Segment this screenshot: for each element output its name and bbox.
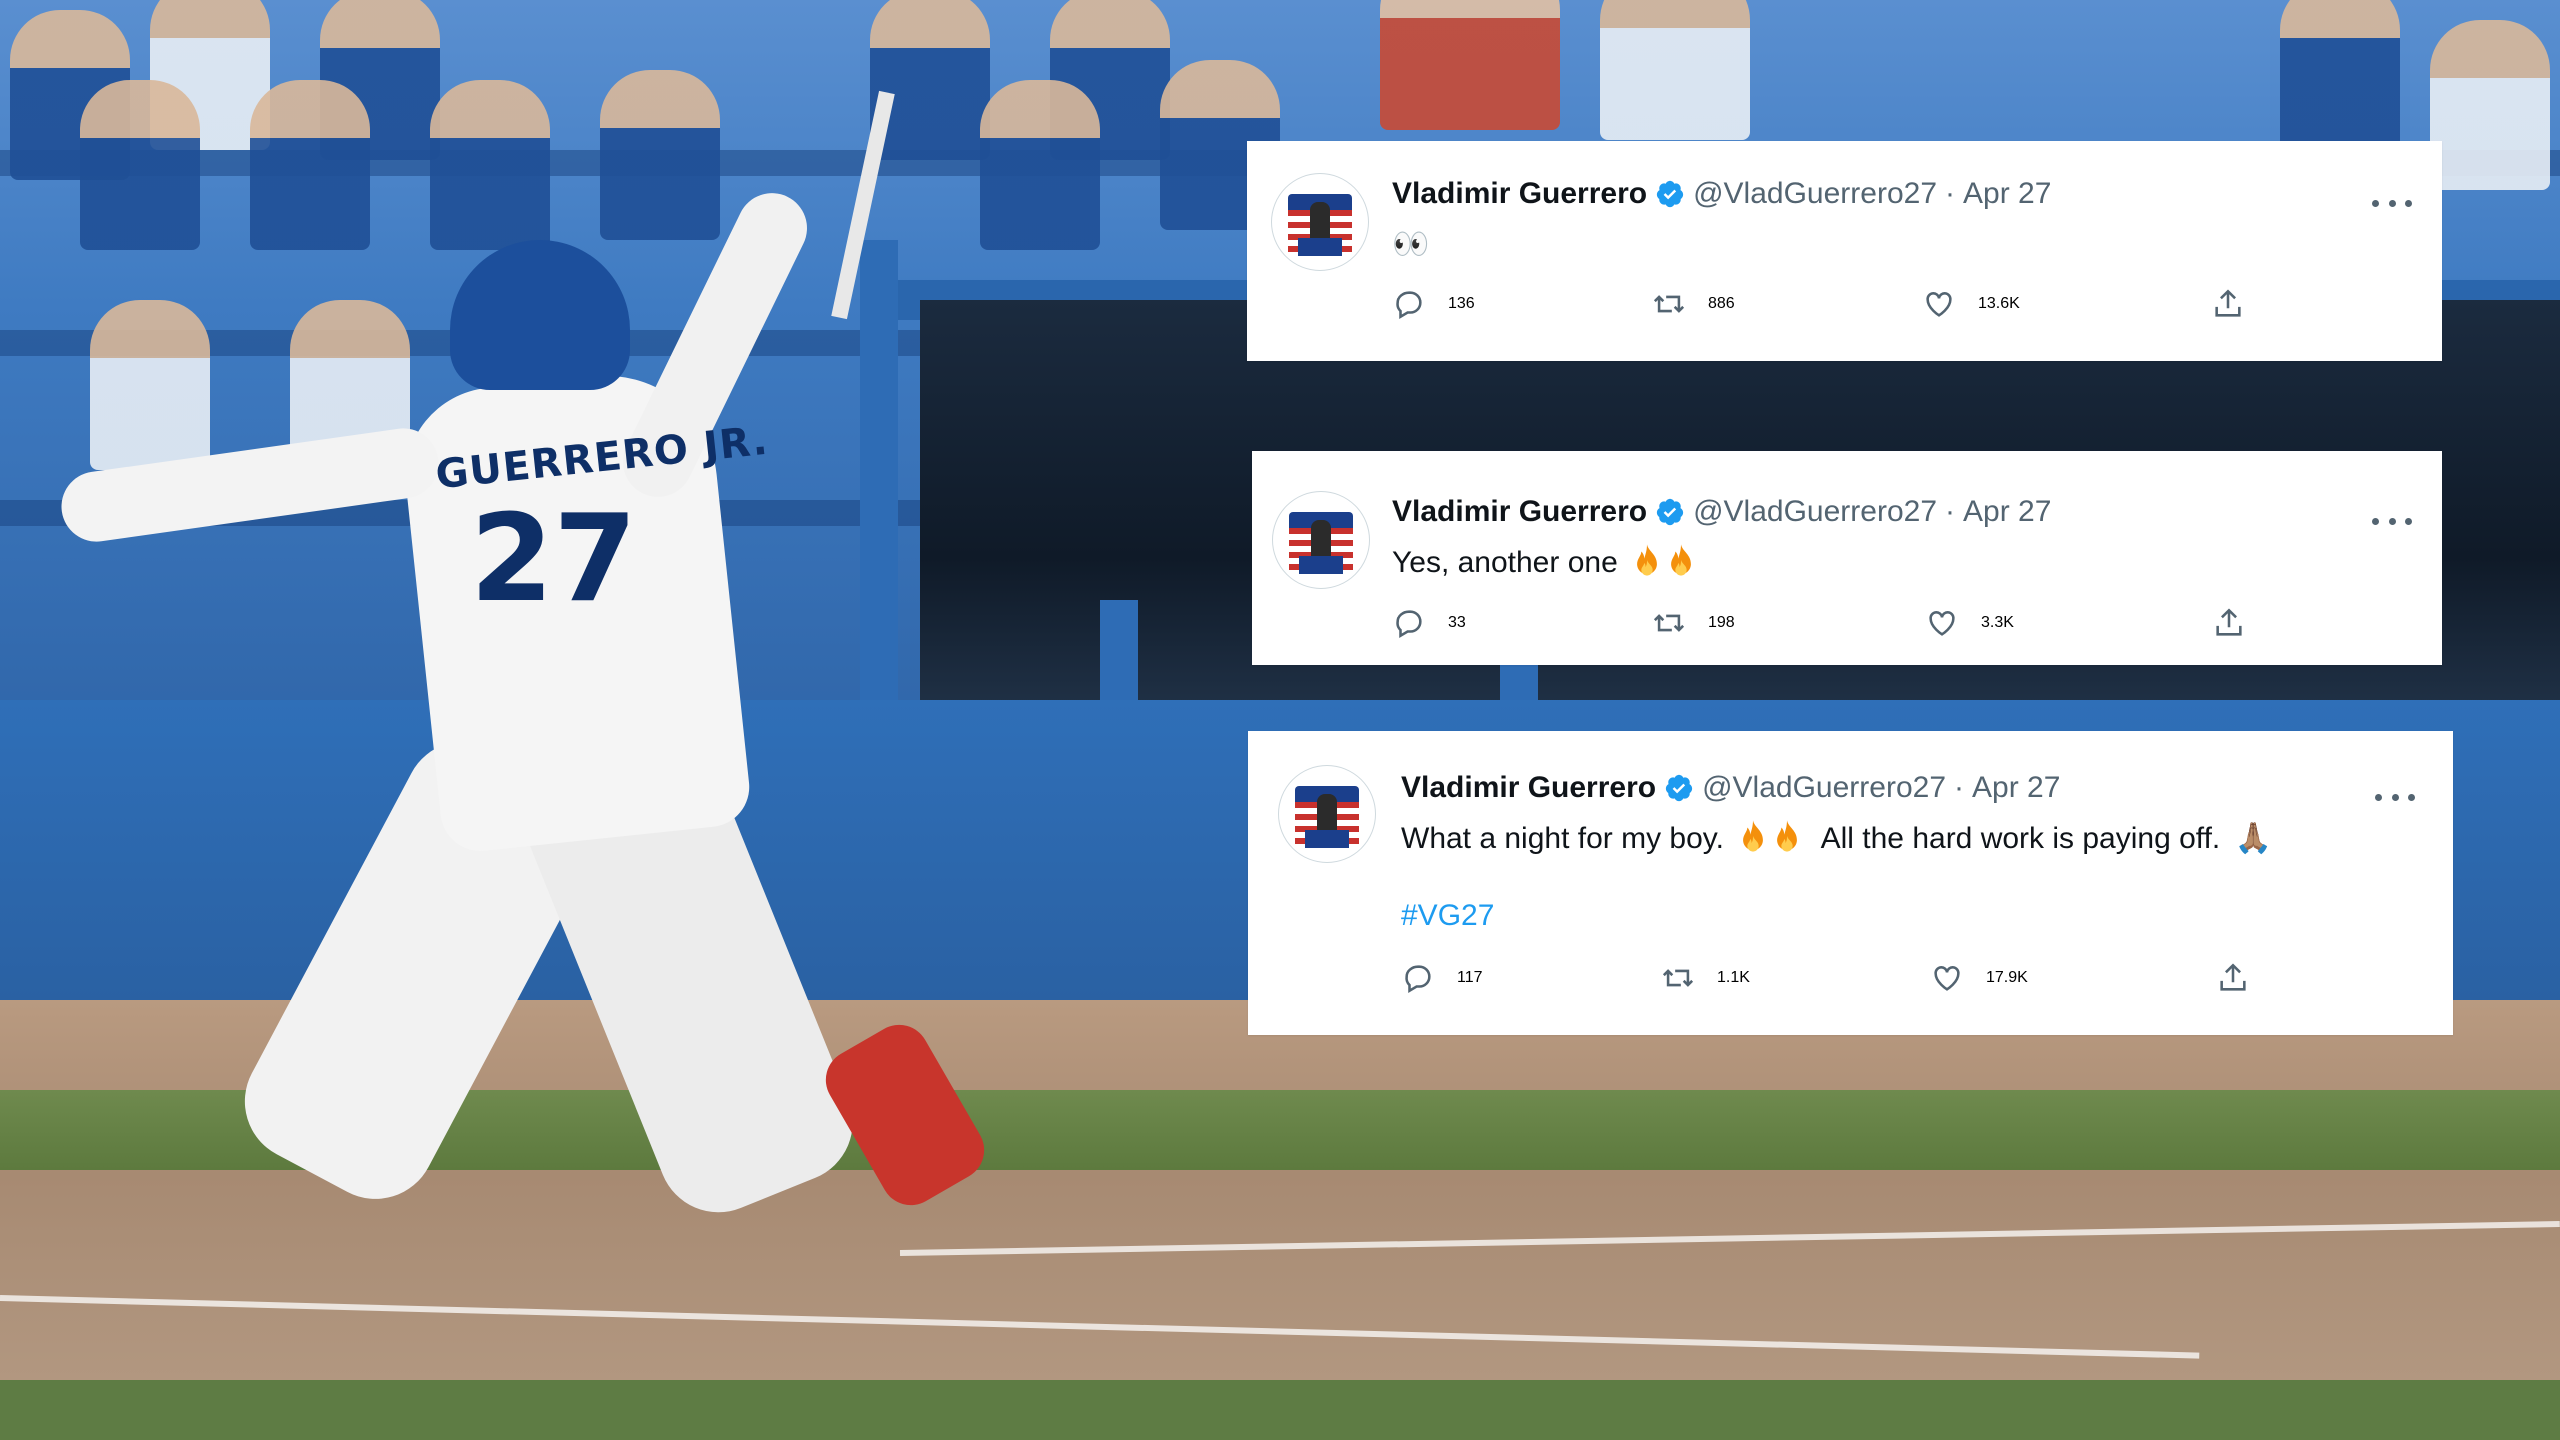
- reply-action[interactable]: 136: [1392, 287, 1475, 321]
- retweet-icon: [1653, 295, 1685, 313]
- retweet-action[interactable]: 886: [1652, 287, 1735, 321]
- share-action[interactable]: [2211, 287, 2267, 321]
- fan-cutout: [1380, 0, 1560, 130]
- verified-badge-icon: [1656, 498, 1684, 526]
- fan-cutout: [980, 80, 1100, 250]
- tweet-card[interactable]: Vladimir Guerrero @VladGuerrero27 · Apr …: [1252, 451, 2442, 665]
- reply-icon: [1396, 610, 1422, 639]
- like-action[interactable]: 13.6K: [1922, 287, 2020, 321]
- avatar[interactable]: [1278, 765, 1376, 863]
- like-icon: [1926, 292, 1952, 317]
- verified-badge-icon: [1665, 774, 1693, 802]
- jersey-number: 27: [470, 490, 637, 629]
- separator: ·: [1954, 771, 1965, 804]
- tweet-date[interactable]: Apr 27: [1972, 771, 2060, 805]
- retweet-count: 886: [1708, 295, 1735, 312]
- fan-cutout: [2280, 0, 2400, 150]
- tweet-card[interactable]: Vladimir Guerrero @VladGuerrero27 · Apr …: [1247, 141, 2442, 361]
- author-name[interactable]: Vladimir Guerrero: [1392, 495, 1647, 529]
- like-count: 3.3K: [1981, 614, 2014, 631]
- fire-emoji-icon: [1671, 544, 1692, 576]
- batting-helmet: [450, 240, 630, 390]
- fan-cutout: [600, 70, 720, 240]
- tweet-text-row: What a night for my boy. All the hard wo…: [1401, 819, 2272, 856]
- hashtag-link[interactable]: #VG27: [1401, 899, 1494, 933]
- like-icon: [1934, 966, 1960, 991]
- fire-emoji-icon: [1777, 820, 1798, 852]
- share-action[interactable]: [2212, 606, 2268, 640]
- retweet-count: 1.1K: [1717, 969, 1750, 986]
- reply-icon: [1396, 291, 1422, 320]
- fan-cutout: [1600, 0, 1750, 140]
- author-name[interactable]: Vladimir Guerrero: [1401, 771, 1656, 805]
- retweet-action[interactable]: 198: [1652, 606, 1735, 640]
- batter-figure: GUERRERO JR. 27: [56, 181, 996, 1250]
- tweet-text-continued: All the hard work is paying off.: [1820, 822, 2221, 855]
- share-action[interactable]: [2216, 961, 2272, 995]
- separator: ·: [1945, 495, 1956, 528]
- more-options-icon[interactable]: [2372, 511, 2412, 531]
- avatar[interactable]: [1271, 173, 1369, 271]
- author-handle[interactable]: @VladGuerrero27: [1693, 495, 1937, 529]
- tweet-date[interactable]: Apr 27: [1963, 495, 2051, 529]
- reply-count: 33: [1448, 614, 1466, 631]
- retweet-action[interactable]: 1.1K: [1661, 961, 1750, 995]
- tweet-text: Yes, another one: [1392, 546, 1618, 579]
- tweet-text: 👀: [1392, 228, 1430, 261]
- like-icon: [1929, 611, 1955, 636]
- tweet-date[interactable]: Apr 27: [1963, 177, 2051, 211]
- reply-count: 136: [1448, 295, 1475, 312]
- retweet-icon: [1662, 969, 1694, 987]
- retweet-icon: [1653, 614, 1685, 632]
- like-action[interactable]: 17.9K: [1930, 961, 2028, 995]
- fan-cutout: [870, 0, 990, 160]
- fan-cutout: [80, 80, 200, 250]
- like-count: 13.6K: [1978, 295, 2020, 312]
- author-handle[interactable]: @VladGuerrero27: [1693, 177, 1937, 211]
- fire-emoji-icon: [1637, 544, 1658, 576]
- avatar[interactable]: [1272, 491, 1370, 589]
- author-name[interactable]: Vladimir Guerrero: [1392, 177, 1647, 211]
- retweet-count: 198: [1708, 614, 1735, 631]
- fan-cutout: [2430, 20, 2550, 190]
- fan-cutout: [90, 300, 210, 470]
- like-action[interactable]: 3.3K: [1925, 606, 2014, 640]
- separator: ·: [1945, 177, 1956, 210]
- more-options-icon[interactable]: [2375, 787, 2415, 807]
- verified-badge-icon: [1656, 180, 1684, 208]
- tweet-card[interactable]: Vladimir Guerrero @VladGuerrero27 · Apr …: [1248, 731, 2453, 1035]
- share-icon: [2216, 608, 2242, 636]
- grass: [0, 1380, 2560, 1440]
- share-icon: [2215, 289, 2241, 317]
- reply-count: 117: [1457, 969, 1483, 986]
- fire-emoji-icon: [1743, 820, 1764, 852]
- like-count: 17.9K: [1986, 969, 2028, 986]
- tweet-text-row: Yes, another one: [1392, 543, 1700, 580]
- tweet-text: What a night for my boy.: [1401, 822, 1724, 855]
- more-options-icon[interactable]: [2372, 193, 2412, 213]
- reply-action[interactable]: 33: [1392, 606, 1466, 640]
- share-icon: [2220, 963, 2246, 991]
- author-handle[interactable]: @VladGuerrero27: [1702, 771, 1946, 805]
- praying-hands-emoji: 🙏🏽: [2234, 822, 2272, 855]
- reply-icon: [1405, 965, 1431, 994]
- reply-action[interactable]: 117: [1401, 961, 1483, 995]
